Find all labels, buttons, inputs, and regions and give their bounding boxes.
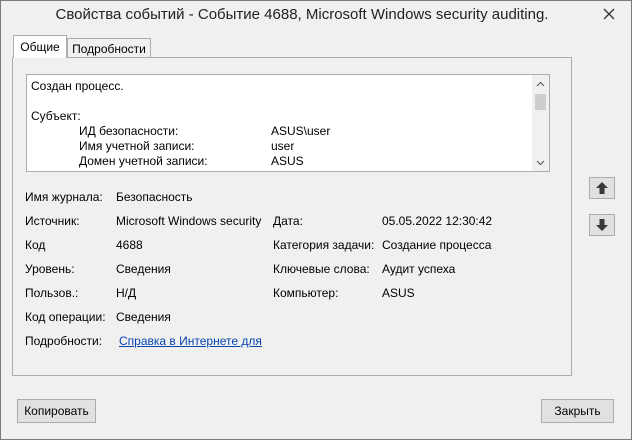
computer-label: Компьютер: [273, 286, 339, 300]
date-value: 05.05.2022 12:30:42 [382, 214, 493, 228]
arrow-up-icon [596, 182, 608, 194]
previous-event-button[interactable] [589, 177, 615, 199]
title-bar[interactable]: Свойства событий - Событие 4688, Microso… [1, 1, 631, 31]
user-label: Пользов.: [25, 286, 79, 300]
online-help-link[interactable]: Справка в Интернете для [119, 334, 262, 348]
description-blank-line [31, 94, 531, 109]
description-value: user [271, 139, 295, 153]
description-line: Субъект: [31, 109, 81, 123]
level-label: Уровень: [25, 262, 75, 276]
scrollbar-thumb[interactable] [535, 94, 546, 110]
close-icon [603, 8, 615, 20]
chevron-down-icon [536, 160, 545, 165]
date-label: Дата: [273, 214, 303, 228]
log-name-value: Безопасность [116, 190, 193, 204]
tab-general[interactable]: Общие [13, 35, 67, 58]
more-info-label: Подробности: [25, 334, 103, 348]
event-description-box[interactable]: Создан процесс. Субъект: ИД безопасности… [26, 74, 550, 172]
description-value: ASUS\user [271, 124, 331, 138]
tab-details[interactable]: Подробности [67, 38, 151, 58]
description-row: Имя учетной записи: user [31, 139, 531, 154]
copy-button[interactable]: Копировать [17, 399, 96, 423]
opcode-value: Сведения [116, 310, 171, 324]
description-scrollbar[interactable] [532, 75, 549, 171]
log-name-label: Имя журнала: [25, 190, 103, 204]
computer-value: ASUS [382, 286, 415, 300]
close-button[interactable]: Закрыть [541, 399, 614, 423]
description-value: 0x17555534 [271, 169, 337, 171]
arrow-down-icon [596, 219, 608, 231]
description-row: Домен учетной записи: ASUS [31, 154, 531, 169]
description-key: Домен учетной записи: [79, 154, 208, 168]
event-code-label: Код [25, 238, 46, 252]
event-description-text: Создан процесс. Субъект: ИД безопасности… [31, 79, 531, 171]
user-value: Н/Д [116, 286, 137, 300]
description-row: ИД безопасности: ASUS\user [31, 124, 531, 139]
window-title: Свойства событий - Событие 4688, Microso… [55, 6, 549, 23]
level-value: Сведения [116, 262, 171, 276]
description-value: ASUS [271, 154, 304, 168]
opcode-label: Код операции: [25, 310, 106, 324]
description-key: ИД безопасности: [79, 124, 179, 138]
source-label: Источник: [25, 214, 80, 228]
description-key: ИД [79, 169, 96, 171]
scroll-up-button[interactable] [532, 75, 549, 92]
keywords-label: Ключевые слова: [273, 262, 370, 276]
window-close-button[interactable] [589, 1, 629, 27]
description-row: ИД 0x17555534 [31, 169, 531, 171]
event-code-value: 4688 [116, 238, 143, 252]
scroll-down-button[interactable] [532, 154, 549, 171]
keywords-value: Аудит успеха [382, 262, 456, 276]
description-key: Имя учетной записи: [79, 139, 195, 153]
task-category-value: Создание процесса [382, 238, 492, 252]
next-event-button[interactable] [589, 214, 615, 236]
chevron-up-icon [536, 81, 545, 86]
source-value: Microsoft Windows security [116, 214, 262, 228]
task-category-label: Категория задачи: [273, 238, 375, 252]
description-line: Создан процесс. [31, 79, 124, 93]
